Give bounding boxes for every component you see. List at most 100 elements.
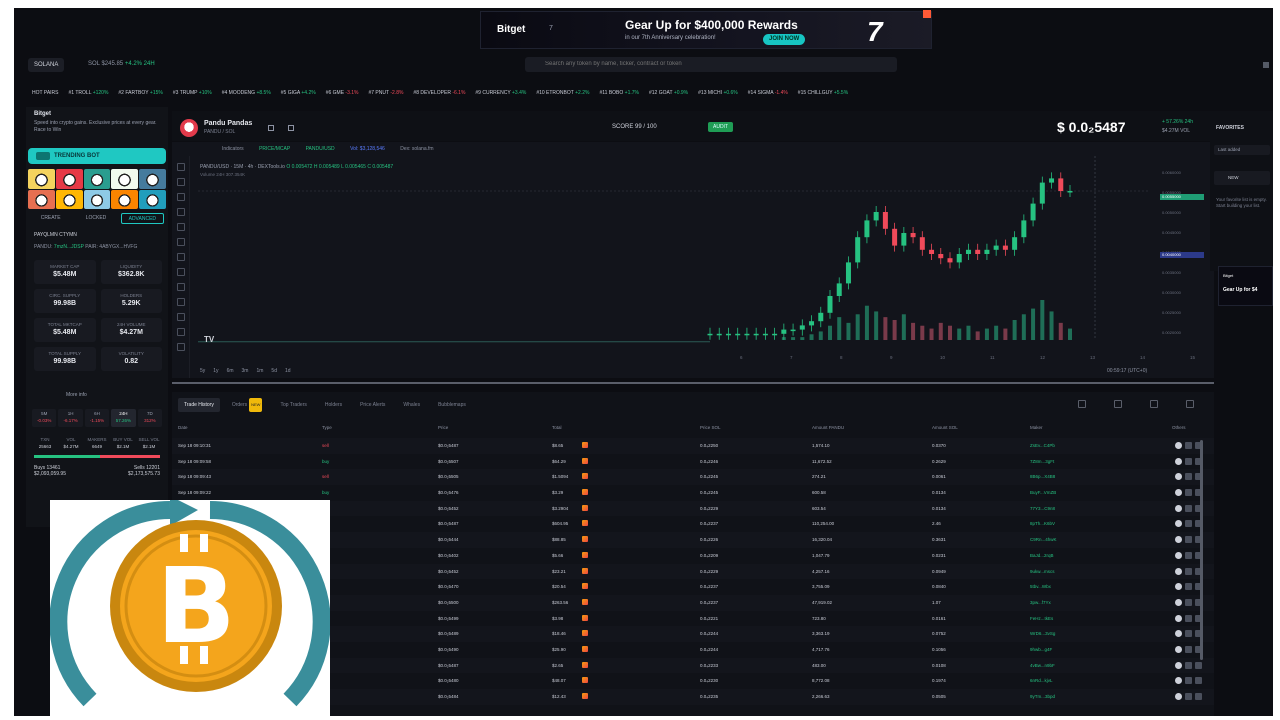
- cell-maker[interactable]: 8pTh...K6bV: [1030, 521, 1055, 526]
- cell-maker[interactable]: ZsEv...C4Pb: [1030, 443, 1055, 448]
- ad-banner[interactable]: Bitget 7 Gear Up for $400,000 Rewards in…: [480, 10, 932, 49]
- column-header[interactable]: Amount SOL: [932, 425, 958, 430]
- table-row[interactable]: Sep 18 09:09:22 buy $0.0₂5476 $3.29 0.0₄2245…: [172, 485, 1214, 501]
- chart-panel[interactable]: Indicators PRICE/MCAP PANDU/USD Vol: $3,…: [172, 142, 1214, 378]
- share-icon[interactable]: [288, 125, 294, 131]
- wallet-icon[interactable]: [1175, 661, 1182, 669]
- wallet-icon[interactable]: [1175, 693, 1182, 700]
- cell-maker[interactable]: 9ukw...mscs: [1030, 569, 1055, 574]
- copy-icon[interactable]: [1185, 598, 1192, 606]
- cell-maker[interactable]: 9hwb...g4F: [1030, 647, 1052, 652]
- tab-advanced[interactable]: ADVANCED: [120, 213, 164, 224]
- wallet-icon[interactable]: [1175, 583, 1182, 591]
- column-header[interactable]: Date: [178, 425, 188, 430]
- wallet-icon[interactable]: [1175, 473, 1182, 481]
- tab-bubblemaps[interactable]: Bubblemaps: [432, 398, 472, 412]
- nft-thumbnail[interactable]: [83, 189, 111, 209]
- column-header[interactable]: Price: [438, 425, 448, 430]
- drawing-tool-icon[interactable]: [177, 328, 185, 336]
- wallet-icon[interactable]: [1175, 442, 1182, 449]
- wallet-icon[interactable]: [1175, 677, 1182, 685]
- drawing-tool-icon[interactable]: [177, 253, 185, 261]
- tab-price-alerts[interactable]: Price Alerts: [354, 398, 391, 412]
- cell-maker[interactable]: WrD6...3vSg: [1030, 631, 1055, 636]
- search-input[interactable]: [525, 57, 897, 72]
- tab-top-traders[interactable]: Top Traders: [274, 398, 312, 412]
- copy-icon[interactable]: [1185, 645, 1192, 653]
- nft-thumbnail[interactable]: [111, 169, 139, 189]
- drawing-tool-icon[interactable]: [177, 268, 185, 276]
- wallet-icon[interactable]: [1175, 489, 1182, 497]
- prev-page-icon[interactable]: [1150, 400, 1158, 408]
- tab-holders[interactable]: Holders: [319, 398, 348, 412]
- wallet-icon[interactable]: [1175, 504, 1182, 512]
- table-row[interactable]: Sep 18 09:09:58 buy $0.0₂5507 $64.29 0.0₄224…: [172, 454, 1214, 470]
- copy-icon[interactable]: [1185, 567, 1192, 575]
- favorites-sort-select[interactable]: Last added: [1214, 145, 1270, 155]
- ticker-item[interactable]: #1 TROLL +120%: [69, 86, 109, 100]
- period-button[interactable]: 1m: [256, 368, 263, 374]
- nft-thumbnail[interactable]: [55, 189, 83, 209]
- indicators-button[interactable]: Indicators: [222, 146, 244, 152]
- nft-thumbnail[interactable]: [28, 189, 55, 209]
- links-pair[interactable]: PAIR: 4ABYGX...HVFG: [85, 244, 137, 250]
- table-row[interactable]: Sep 18 09:09:43 sell $0.0₂5505 $1.5094 0.0₄2…: [172, 469, 1214, 486]
- wallet-icon[interactable]: [1175, 630, 1182, 638]
- cell-maker[interactable]: 5tbv...Wbx: [1030, 584, 1051, 589]
- next-page-icon[interactable]: [1186, 400, 1194, 408]
- copy-icon[interactable]: [1185, 551, 1192, 559]
- ticker-item[interactable]: #6 GME -3.1%: [326, 86, 359, 100]
- cell-maker[interactable]: BaJd...2rqB: [1030, 553, 1054, 558]
- copy-icon[interactable]: [1185, 693, 1192, 700]
- copy-icon[interactable]: [1185, 473, 1192, 481]
- column-header[interactable]: Amount PANDU: [812, 425, 844, 430]
- timeframe-5m[interactable]: 5M -0.03%: [32, 409, 57, 427]
- copy-icon[interactable]: [1185, 583, 1192, 591]
- ticker-item[interactable]: #5 GIGA +4.2%: [281, 86, 316, 100]
- cell-maker[interactable]: 9yTm...3bpd: [1030, 694, 1055, 699]
- favorites-item[interactable]: NEW: [1214, 171, 1270, 185]
- filter-row-icon[interactable]: [1195, 661, 1202, 669]
- copy-icon[interactable]: [1185, 536, 1192, 544]
- copy-icon[interactable]: [1185, 504, 1192, 512]
- nft-thumbnail[interactable]: [139, 189, 166, 209]
- copy-icon[interactable]: [1185, 442, 1192, 449]
- table-row[interactable]: Sep 18 09:10:31 sell $0.0₂5487 $8.65 0.0₄225…: [172, 438, 1214, 454]
- cell-maker[interactable]: 4vBw...n9bF: [1030, 663, 1055, 668]
- cell-maker[interactable]: FeHz...tkEs: [1030, 616, 1053, 621]
- drawing-tool-icon[interactable]: [177, 313, 185, 321]
- cell-maker[interactable]: BuyF...VmZB: [1030, 490, 1056, 495]
- wallet-icon[interactable]: [1175, 645, 1182, 653]
- ad-join-button[interactable]: JOIN NOW: [763, 34, 806, 45]
- trades-scrollbar[interactable]: [1200, 440, 1203, 660]
- wallet-icon[interactable]: [1175, 551, 1182, 559]
- cell-maker[interactable]: 8B6p...X4B8: [1030, 474, 1055, 479]
- column-header[interactable]: Type: [322, 425, 332, 430]
- menu-icon[interactable]: [1263, 62, 1269, 68]
- period-button[interactable]: 1y: [213, 368, 218, 374]
- ticker-item[interactable]: #15 CHILLGUY +5.5%: [798, 86, 848, 100]
- column-header[interactable]: Others: [1172, 425, 1186, 430]
- filter-icon[interactable]: [1078, 400, 1086, 408]
- cell-maker[interactable]: C9Rn...4hwK: [1030, 537, 1057, 542]
- price-mcap-toggle[interactable]: PRICE/MCAP: [259, 146, 290, 152]
- more-info-link[interactable]: More info: [66, 392, 87, 398]
- wallet-icon[interactable]: [1175, 457, 1182, 465]
- drawing-tool-icon[interactable]: [177, 178, 185, 186]
- wallet-icon[interactable]: [1175, 598, 1182, 606]
- period-button[interactable]: 1d: [285, 368, 291, 374]
- ticker-item[interactable]: #9 CURRENCY +3.4%: [475, 86, 526, 100]
- nft-thumbnail[interactable]: [111, 189, 139, 209]
- nft-thumbnail[interactable]: [139, 169, 166, 189]
- chain-select[interactable]: SOLANA: [28, 58, 65, 72]
- tab-whales[interactable]: Whales: [397, 398, 426, 412]
- drawing-tool-icon[interactable]: [177, 223, 185, 231]
- links-value[interactable]: 7mzN...JDSP: [54, 244, 84, 250]
- timeframe-6h[interactable]: 6H -1.15%: [84, 409, 110, 427]
- wallet-icon[interactable]: [1175, 520, 1182, 528]
- drawing-tool-icon[interactable]: [177, 208, 185, 216]
- ticker-item[interactable]: #12 GOAT +0.9%: [649, 86, 688, 100]
- copy-icon[interactable]: [1185, 520, 1192, 528]
- drawing-tool-icon[interactable]: [177, 283, 185, 291]
- chart-volume-link[interactable]: Vol: $3,128,546: [350, 146, 385, 152]
